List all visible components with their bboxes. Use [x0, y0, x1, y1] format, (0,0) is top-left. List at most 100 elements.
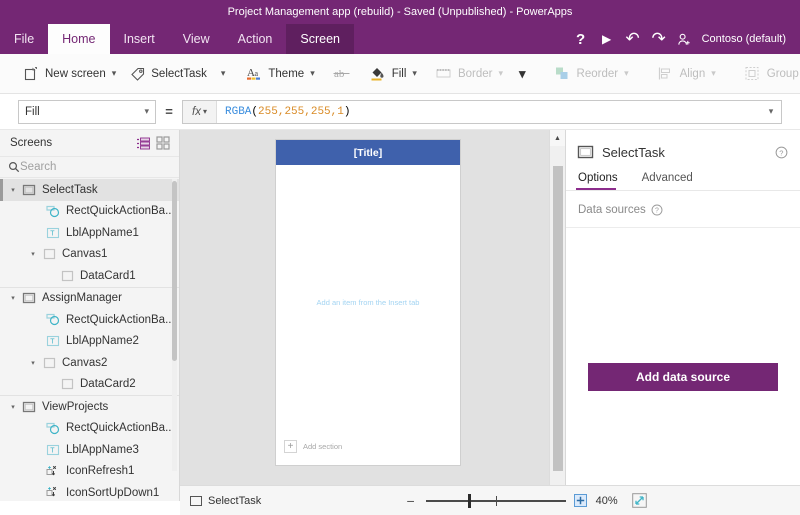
status-screen-indicator[interactable]: SelectTask	[190, 495, 261, 507]
tab-action[interactable]: Action	[224, 24, 287, 54]
screen-icon	[20, 289, 38, 307]
property-select[interactable]: Fill ▾	[18, 100, 156, 124]
help-circle-icon[interactable]: ?	[772, 143, 790, 161]
powerapps-studio: Project Management app (rebuild) - Saved…	[0, 0, 800, 515]
formula-token-fn: RGBA	[225, 106, 251, 118]
formula-input[interactable]: RGBA(255,255,255,1)	[217, 101, 761, 123]
redo-icon[interactable]: ↷	[646, 24, 672, 54]
tree-item-label: Canvas2	[62, 357, 107, 369]
thumbnail-view-icon[interactable]	[153, 134, 173, 152]
tree-item-canvas2[interactable]: ▾ Canvas2	[0, 352, 179, 374]
tree-item-rectquickactionbar3[interactable]: RectQuickActionBa...	[0, 418, 179, 440]
undo-icon[interactable]: ↶	[620, 24, 646, 54]
canvas-empty-hint: Add an item from the Insert tab	[276, 298, 460, 307]
shape-icon	[44, 202, 62, 220]
add-section-label: Add section	[303, 442, 342, 451]
tree-item-lblappname2[interactable]: T LblAppName2	[0, 331, 179, 353]
tree-item-label: RectQuickActionBa...	[66, 314, 175, 326]
data-sources-body: Add data source	[566, 228, 800, 501]
status-screen-label: SelectTask	[208, 495, 261, 507]
reorder-button: Reorder ▾	[548, 57, 635, 91]
formula-expand-icon[interactable]: ▾	[761, 101, 781, 123]
tab-home[interactable]: Home	[48, 24, 109, 54]
tree-item-lblappname1[interactable]: T LblAppName1	[0, 222, 179, 244]
help-icon[interactable]: ?	[568, 24, 594, 54]
play-icon[interactable]: ▶	[594, 24, 620, 54]
selecttask-label: SelectTask	[151, 68, 207, 80]
search-row[interactable]	[0, 156, 179, 178]
tree-item-screen-selecttask[interactable]: ▾ SelectTask	[0, 179, 179, 201]
tab-insert[interactable]: Insert	[110, 24, 169, 54]
tree-item-iconrefresh1[interactable]: IconRefresh1	[0, 461, 179, 483]
group-label: Group	[767, 68, 799, 80]
add-user-icon[interactable]	[672, 24, 698, 54]
new-screen-button[interactable]: New screen ▾	[16, 57, 122, 91]
canvas-scrollbar-thumb[interactable]	[553, 166, 563, 471]
tab-options[interactable]: Options	[576, 168, 626, 190]
align-label: Align	[680, 68, 706, 80]
border-icon	[435, 65, 453, 83]
tab-advanced[interactable]: Advanced	[640, 168, 701, 190]
help-circle-icon[interactable]: ?	[651, 201, 664, 219]
chevron-down-icon: ▾	[412, 68, 417, 79]
minus-icon[interactable]: −	[404, 493, 418, 509]
tree-item-iconsortupdown1[interactable]: IconSortUpDown1	[0, 482, 179, 501]
add-section-button[interactable]: + Add section	[284, 440, 342, 453]
collapse-caret-icon[interactable]: ▾	[6, 186, 20, 194]
tree-view-icon[interactable]	[133, 134, 153, 152]
tab-screen[interactable]: Screen	[286, 24, 354, 54]
tree-item-rectquickactionbar1[interactable]: RectQuickActionBa...	[0, 201, 179, 223]
properties-title-row: SelectTask ?	[566, 136, 800, 168]
tree-item-screen-viewprojects[interactable]: ▾ ViewProjects	[0, 396, 179, 418]
add-data-source-button[interactable]: Add data source	[588, 363, 778, 391]
tree-item-label: IconSortUpDown1	[66, 487, 159, 499]
collapse-caret-icon[interactable]: ▾	[6, 403, 20, 411]
tab-view[interactable]: View	[169, 24, 224, 54]
search-input[interactable]	[20, 161, 174, 173]
theme-label: Theme	[268, 68, 304, 80]
zoom-slider-handle[interactable]	[468, 494, 471, 508]
tree-item-rectquickactionbar2[interactable]: RectQuickActionBa...	[0, 309, 179, 331]
new-screen-label: New screen	[45, 68, 106, 80]
collapse-caret-icon[interactable]: ▾	[26, 250, 40, 258]
tree-item-label: LblAppName1	[66, 227, 139, 239]
tree-item-canvas1[interactable]: ▾ Canvas1	[0, 244, 179, 266]
plus-icon[interactable]	[574, 494, 588, 508]
tree-scrollbar[interactable]	[172, 179, 177, 471]
environment-label[interactable]: Contoso (default)	[698, 33, 792, 45]
tree-item-lblappname3[interactable]: T LblAppName3	[0, 439, 179, 461]
label-text-icon: T	[44, 224, 62, 242]
app-canvas[interactable]: [Title] Add an item from the Insert tab …	[276, 140, 460, 465]
selecttask-button[interactable]: SelectTask ▾	[122, 57, 231, 91]
zoom-slider-tick	[496, 496, 497, 506]
group-icon	[744, 65, 762, 83]
window-title: Project Management app (rebuild) - Saved…	[228, 6, 573, 18]
properties-tabs: Options Advanced	[566, 168, 800, 191]
tree-item-label: RectQuickActionBa...	[66, 205, 175, 217]
more-commands-button[interactable]: ▾	[513, 57, 532, 91]
theme-button[interactable]: Aa Theme ▾	[239, 57, 320, 91]
canvas-title-bar[interactable]: [Title]	[276, 140, 460, 165]
svg-text:?: ?	[779, 148, 783, 157]
tree-item-screen-assignmanager[interactable]: ▾ AssignManager	[0, 288, 179, 310]
tree-item-datacard1[interactable]: DataCard1	[0, 265, 179, 287]
reorder-icon	[554, 65, 572, 83]
plus-icon: +	[284, 440, 297, 453]
scroll-up-arrow-icon[interactable]: ▲	[550, 130, 565, 146]
formula-token-paren: (	[251, 106, 258, 118]
collapse-caret-icon[interactable]: ▾	[26, 359, 40, 367]
tree-item-datacard2[interactable]: DataCard2	[0, 374, 179, 396]
align-icon	[657, 65, 675, 83]
collapse-caret-icon[interactable]: ▾	[6, 294, 20, 302]
fill-button[interactable]: Fill ▾	[363, 57, 423, 91]
strikethrough-button[interactable]: ab	[327, 57, 357, 91]
formula-input-wrap[interactable]: fx ▾ RGBA(255,255,255,1) ▾	[182, 100, 782, 124]
fx-button[interactable]: fx ▾	[183, 101, 217, 123]
tree-item-label: ViewProjects	[42, 401, 108, 413]
expand-icon[interactable]	[632, 493, 648, 509]
zoom-slider[interactable]	[426, 494, 566, 508]
canvas-scrollbar[interactable]: ▲ ▼	[549, 130, 565, 501]
tree-scrollbar-thumb[interactable]	[172, 181, 177, 361]
fill-label: Fill	[392, 68, 407, 80]
tab-file[interactable]: File	[0, 24, 48, 54]
